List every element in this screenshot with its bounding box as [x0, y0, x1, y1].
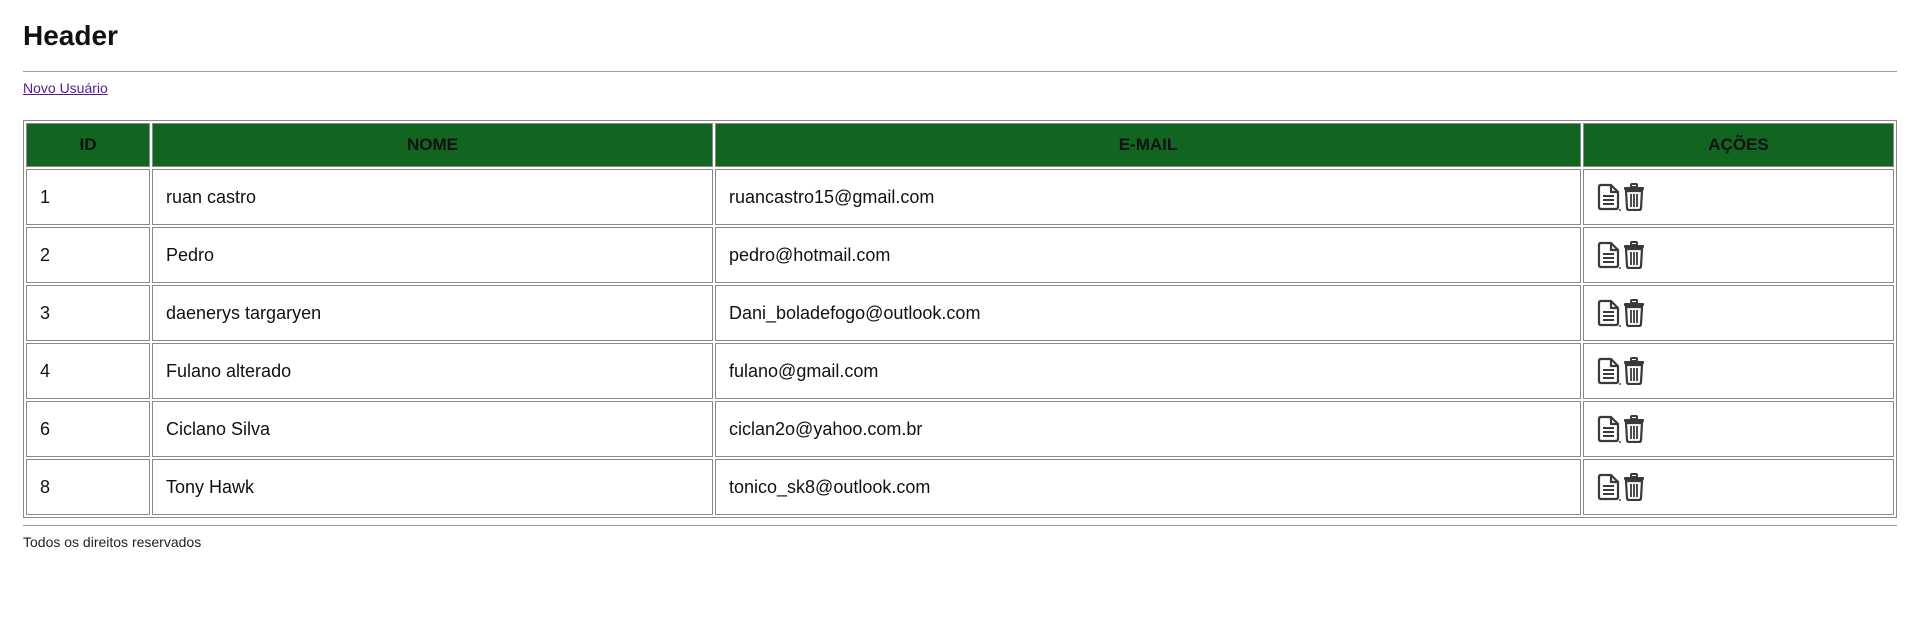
edit-button[interactable] [1597, 183, 1621, 211]
trash-delete-icon [1624, 183, 1644, 211]
cell-email: Dani_boladefogo@outlook.com [715, 285, 1581, 341]
cell-email: ciclan2o@yahoo.com.br [715, 401, 1581, 457]
table-row: 6 Ciclano Silva ciclan2o@yahoo.com.br [26, 401, 1894, 457]
trash-delete-icon [1624, 241, 1644, 269]
cell-actions [1583, 227, 1894, 283]
document-edit-icon [1597, 415, 1621, 443]
cell-nome: daenerys targaryen [152, 285, 713, 341]
column-header-id: ID [26, 123, 150, 167]
cell-actions [1583, 169, 1894, 225]
table-row: 3 daenerys targaryen Dani_boladefogo@out… [26, 285, 1894, 341]
edit-button[interactable] [1597, 357, 1621, 385]
page-title: Header [23, 20, 118, 51]
new-user-link[interactable]: Novo Usuário [23, 80, 108, 96]
delete-button[interactable] [1623, 473, 1645, 501]
document-edit-icon [1597, 299, 1621, 327]
table-row: 4 Fulano alterado fulano@gmail.com [26, 343, 1894, 399]
cell-actions [1583, 459, 1894, 515]
document-edit-icon [1597, 241, 1621, 269]
trash-delete-icon [1624, 473, 1644, 501]
page: Header Novo Usuário ID NOME E-MAIL AÇÕES… [0, 0, 1920, 550]
cell-nome: ruan castro [152, 169, 713, 225]
cell-actions [1583, 285, 1894, 341]
cell-nome: Tony Hawk [152, 459, 713, 515]
cell-id: 6 [26, 401, 150, 457]
edit-button[interactable] [1597, 241, 1621, 269]
column-header-acoes: AÇÕES [1583, 123, 1894, 167]
table-header-row: ID NOME E-MAIL AÇÕES [26, 123, 1894, 167]
document-edit-icon [1597, 357, 1621, 385]
cell-actions [1583, 343, 1894, 399]
trash-delete-icon [1624, 415, 1644, 443]
footer-text: Todos os direitos reservados [23, 534, 202, 550]
table-row: 1 ruan castro ruancastro15@gmail.com [26, 169, 1894, 225]
delete-button[interactable] [1623, 357, 1645, 385]
header-divider [23, 71, 1897, 72]
edit-button[interactable] [1597, 415, 1621, 443]
delete-button[interactable] [1623, 241, 1645, 269]
cell-nome: Pedro [152, 227, 713, 283]
cell-id: 1 [26, 169, 150, 225]
edit-button[interactable] [1597, 473, 1621, 501]
cell-email: tonico_sk8@outlook.com [715, 459, 1581, 515]
trash-delete-icon [1624, 357, 1644, 385]
table-row: 8 Tony Hawk tonico_sk8@outlook.com [26, 459, 1894, 515]
cell-id: 8 [26, 459, 150, 515]
users-table: ID NOME E-MAIL AÇÕES 1 ruan castro ruanc… [23, 120, 1897, 518]
table-row: 2 Pedro pedro@hotmail.com [26, 227, 1894, 283]
delete-button[interactable] [1623, 299, 1645, 327]
delete-button[interactable] [1623, 415, 1645, 443]
cell-email: ruancastro15@gmail.com [715, 169, 1581, 225]
cell-email: fulano@gmail.com [715, 343, 1581, 399]
cell-actions [1583, 401, 1894, 457]
cell-id: 4 [26, 343, 150, 399]
trash-delete-icon [1624, 299, 1644, 327]
document-edit-icon [1597, 473, 1621, 501]
edit-button[interactable] [1597, 299, 1621, 327]
delete-button[interactable] [1623, 183, 1645, 211]
document-edit-icon [1597, 183, 1621, 211]
cell-nome: Ciclano Silva [152, 401, 713, 457]
cell-nome: Fulano alterado [152, 343, 713, 399]
column-header-email: E-MAIL [715, 123, 1581, 167]
cell-id: 3 [26, 285, 150, 341]
footer-divider [23, 525, 1897, 526]
cell-id: 2 [26, 227, 150, 283]
column-header-nome: NOME [152, 123, 713, 167]
cell-email: pedro@hotmail.com [715, 227, 1581, 283]
